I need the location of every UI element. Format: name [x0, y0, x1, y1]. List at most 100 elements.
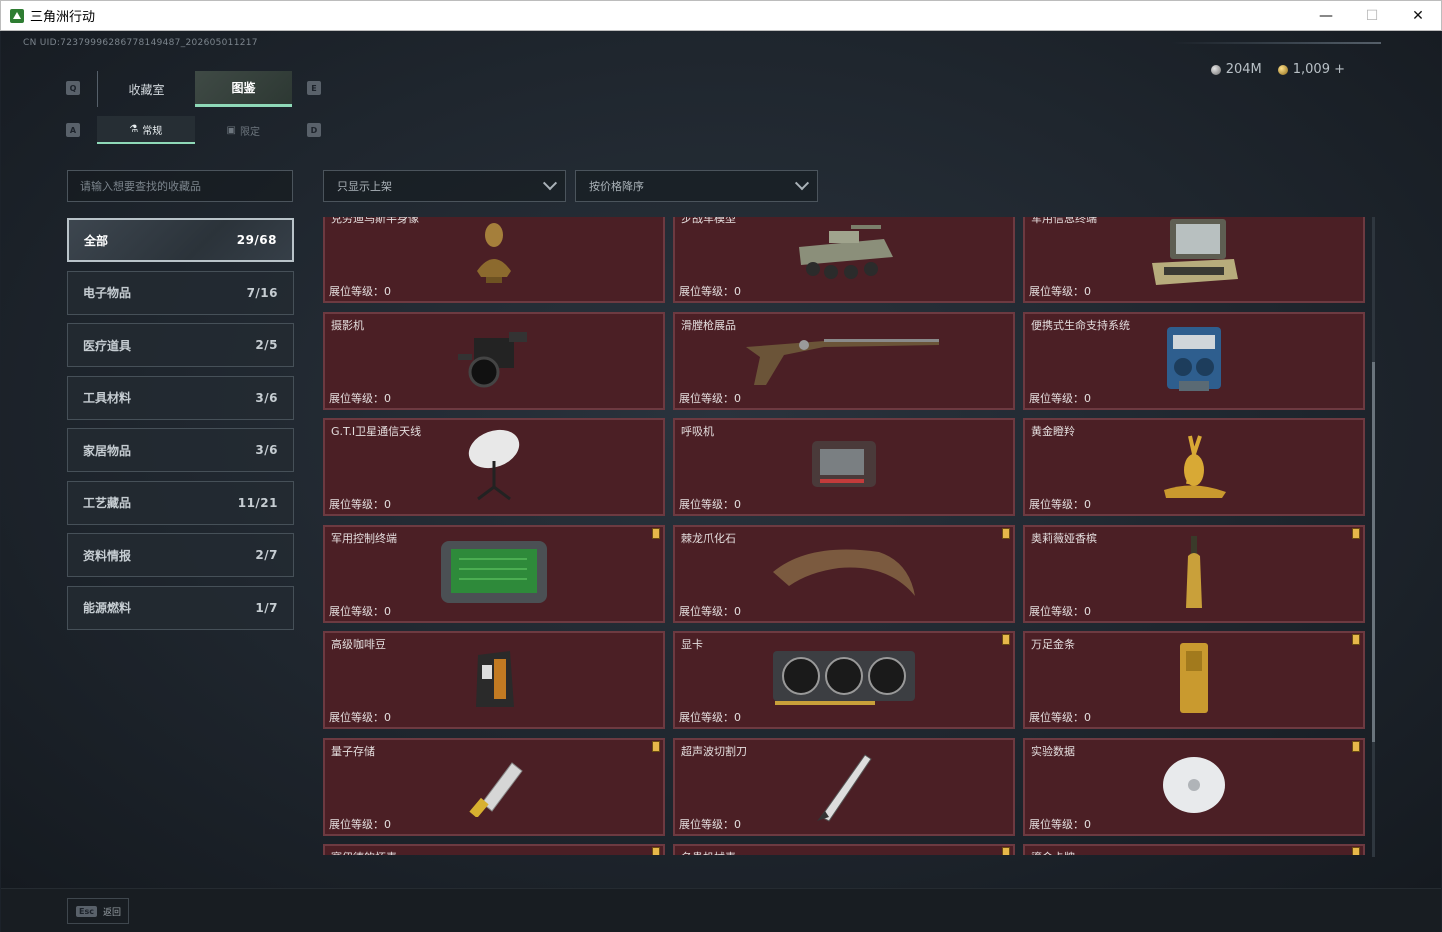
collection-item-card[interactable]: 棘龙爪化石展位等级：0: [673, 524, 1015, 623]
category-item[interactable]: 工艺藏品 11/21: [67, 480, 294, 525]
currency-gold-value: 1,009 +: [1292, 62, 1345, 77]
collection-item-card[interactable]: 呼吸机 展位等级：0: [673, 418, 1015, 516]
collection-item-card[interactable]: 高级咖啡豆 展位等级：0: [323, 631, 665, 729]
chevron-down-icon: [542, 176, 558, 191]
coffee-bag-icon: [472, 645, 516, 715]
item-level: 展位等级：0: [329, 603, 391, 619]
item-level: 展位等级：0: [329, 816, 391, 832]
category-item[interactable]: 全部 29/68: [67, 218, 294, 262]
collection-item-card[interactable]: G.T.I卫星通信天线 展位等级：0: [323, 418, 665, 516]
item-level: 展位等级：0: [679, 283, 741, 299]
category-item[interactable]: 能源燃料 1/7: [67, 585, 294, 630]
subtab-limited-label: 限定: [239, 126, 260, 138]
level-label: 展位等级：: [679, 817, 734, 831]
item-grid: 克劳迪乌斯半身像 展位等级：0 步战车模型 展位等级：0 军用信息终端 展位等级：0 摄影机…: [323, 217, 1367, 855]
collection-item-card[interactable]: 鎏金卡牌展位等级：0: [1023, 844, 1365, 855]
subtab-regular[interactable]: ⚗ 常规: [97, 116, 195, 144]
category-label: 资料情报: [83, 548, 132, 563]
collection-item-card[interactable]: 赛伊德的怀表展位等级：0: [323, 844, 665, 855]
new-flag-icon: [652, 527, 660, 539]
musket-icon: [744, 329, 944, 393]
item-name: 实验数据: [1031, 744, 1075, 758]
category-item[interactable]: 工具材料 3/6: [67, 375, 294, 420]
collection-item-card[interactable]: 摄影机展位等级：0: [323, 311, 665, 410]
item-level: 展位等级：0: [679, 603, 741, 619]
ventilator-icon: [806, 435, 882, 499]
collection-item-card[interactable]: 滑膛枪展品展位等级：0: [673, 311, 1015, 410]
back-button[interactable]: Esc 返回: [67, 898, 129, 924]
collection-item-card[interactable]: 名贵机械表展位等级：0: [673, 844, 1015, 855]
maximize-button[interactable]: ☐: [1349, 1, 1395, 31]
category-label: 医疗道具: [83, 338, 132, 353]
category-item[interactable]: 家居物品 3/6: [67, 428, 294, 472]
collection-item-card[interactable]: 军用控制终端 展位等级：0: [323, 524, 665, 623]
gold-gazelle-icon: [1154, 430, 1234, 504]
category-count: 11/21: [237, 495, 278, 510]
main-tabs: 收藏室 图鉴: [97, 71, 292, 107]
collection-item-card[interactable]: 超声波切割刀 展位等级：0: [673, 737, 1015, 836]
window-titlebar: 三角洲行动 — ☐ ✕: [0, 0, 1442, 31]
level-value: 0: [1084, 711, 1091, 724]
category-count: 3/6: [255, 443, 278, 457]
level-label: 展位等级：: [679, 391, 734, 405]
tab-collection-room[interactable]: 收藏室: [98, 71, 195, 107]
subtab-limited[interactable]: ▣ 限定: [195, 116, 293, 144]
collection-item-card[interactable]: 万足金条 展位等级：0: [1023, 631, 1365, 729]
shelf-filter-dropdown[interactable]: 只显示上架: [323, 170, 566, 202]
collection-item-card[interactable]: 克劳迪乌斯半身像 展位等级：0: [323, 217, 665, 303]
category-item[interactable]: 电子物品 7/16: [67, 270, 294, 315]
level-value: 0: [384, 391, 391, 405]
rugged-terminal-icon: [1146, 217, 1242, 293]
item-level: 展位等级：0: [679, 390, 741, 406]
category-count: 29/68: [236, 233, 277, 247]
minimize-button[interactable]: —: [1303, 1, 1349, 31]
close-button[interactable]: ✕: [1395, 1, 1441, 31]
currency-gold[interactable]: 1,009 +: [1277, 62, 1345, 77]
collection-item-card[interactable]: 显卡展位等级：0: [673, 631, 1015, 729]
level-value: 0: [384, 285, 391, 298]
esc-key-icon: Esc: [76, 905, 97, 917]
item-name: 摄影机: [331, 318, 364, 332]
collection-item-card[interactable]: 量子存储 展位等级：0: [323, 737, 665, 836]
item-name: 军用控制终端: [331, 531, 397, 545]
collection-item-card[interactable]: 便携式生命支持系统 展位等级：0: [1023, 311, 1365, 410]
new-flag-icon: [1002, 634, 1010, 645]
grid-scrollbar[interactable]: [1372, 217, 1375, 857]
collection-item-card[interactable]: 奥莉薇娅香槟 展位等级：0: [1023, 524, 1365, 623]
level-value: 0: [1084, 285, 1091, 298]
item-level: 展位等级：0: [329, 283, 391, 299]
level-label: 展位等级：: [1029, 817, 1084, 831]
item-level: 展位等级：0: [1029, 603, 1091, 619]
level-label: 展位等级：: [679, 498, 734, 511]
category-item[interactable]: 资料情报 2/7: [67, 533, 294, 577]
category-item[interactable]: 医疗道具 2/5: [67, 323, 294, 367]
level-label: 展位等级：: [329, 391, 384, 405]
item-level: 展位等级：0: [679, 709, 741, 725]
item-level: 展位等级：0: [1029, 816, 1091, 832]
category-label: 电子物品: [83, 286, 132, 300]
search-input[interactable]: 请输入想要查找的收藏品: [67, 170, 293, 202]
data-disc-icon: [1161, 755, 1227, 819]
item-name: 奥莉薇娅香槟: [1031, 531, 1097, 545]
gold-coin-icon: [1277, 64, 1288, 75]
item-name: 高级咖啡豆: [331, 638, 386, 651]
window-controls: — ☐ ✕: [1303, 1, 1441, 31]
collection-item-card[interactable]: 军用信息终端 展位等级：0: [1023, 217, 1365, 303]
tab-codex[interactable]: 图鉴: [195, 71, 292, 107]
level-value: 0: [1084, 391, 1091, 405]
sort-dropdown[interactable]: 按价格降序: [575, 170, 818, 202]
level-label: 展位等级：: [329, 604, 384, 618]
bottom-bar: Esc 返回: [1, 888, 1441, 932]
category-count: 2/7: [255, 548, 278, 562]
collection-item-card[interactable]: 步战车模型 展位等级：0: [673, 217, 1015, 303]
collection-item-card[interactable]: 黄金瞪羚 展位等级：0: [1023, 418, 1365, 516]
level-value: 0: [384, 711, 391, 724]
collection-item-card[interactable]: 实验数据展位等级：0: [1023, 737, 1365, 836]
item-level: 展位等级：0: [1029, 709, 1091, 725]
player-uid: CN UID:72379996286778149487_202605011217: [23, 38, 258, 48]
item-name: 显卡: [681, 638, 703, 651]
item-name: 棘龙爪化石: [681, 531, 736, 545]
item-name: 滑膛枪展品: [681, 318, 736, 332]
camera-icon: [454, 324, 534, 398]
scrollbar-thumb[interactable]: [1372, 362, 1375, 742]
